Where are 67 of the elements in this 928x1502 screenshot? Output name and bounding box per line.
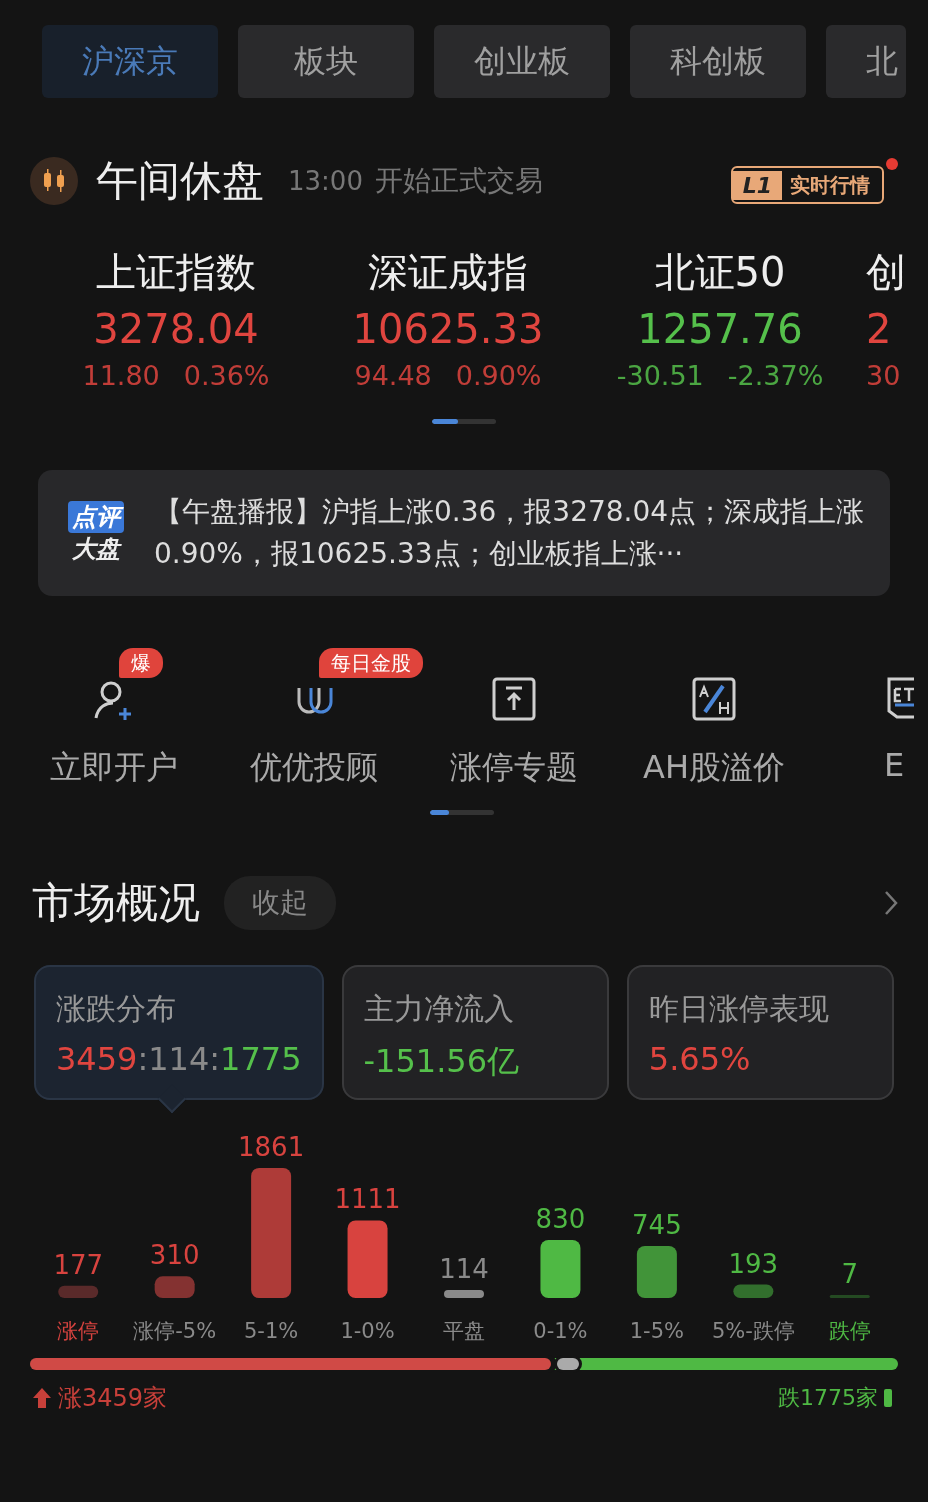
category-label: 5%-跌停 (711, 1319, 795, 1343)
section-title: 市场概况 (32, 877, 200, 929)
index-value: 3278.04 (93, 306, 259, 352)
card-title: 主力净流入 (363, 990, 515, 1028)
index-percent: 0.36% (183, 360, 270, 391)
review-logo: 点评 大盘 (58, 501, 134, 565)
market-tab[interactable]: 板块 (238, 25, 414, 98)
market-tab[interactable]: 北 (826, 25, 906, 98)
bar-value-label: 177 (53, 1249, 104, 1280)
bar-value-label: 1111 (334, 1184, 401, 1215)
advance-count: 涨3459家 (58, 1383, 168, 1414)
category-label: 跌停 (828, 1319, 871, 1343)
bar-value-label: 310 (149, 1240, 200, 1271)
collapse-button[interactable]: 收起 (224, 876, 336, 930)
bar-value-label: 830 (535, 1204, 586, 1234)
card-value: 1775 (220, 1040, 302, 1078)
promo-badge: 爆 (119, 648, 163, 678)
resume-time: 13:00 (288, 166, 363, 196)
card-value: -151.56亿 (363, 1041, 520, 1082)
realtime-quote-badge[interactable]: L1 实时行情 (730, 166, 884, 204)
decline-count: 跌1775家 (778, 1384, 878, 1412)
card-value: :114: (137, 1040, 221, 1078)
category-label: 0-1% (533, 1319, 588, 1343)
index-change: 94.48 (354, 360, 432, 391)
index-value: 10625.33 (352, 306, 544, 352)
bar-value-label: 7 (841, 1259, 859, 1289)
market-status: 午间休盘 (96, 155, 264, 207)
index-change: -30.51 (616, 360, 704, 391)
market-tab[interactable]: 科创板 (630, 25, 806, 98)
category-label: 1-5% (629, 1319, 684, 1343)
shortcut-label[interactable]: AH股溢价 (643, 746, 785, 790)
summary-card[interactable]: 昨日涨停表现 5.65% (626, 965, 894, 1100)
resume-note: 开始正式交易 (374, 163, 543, 199)
category-label: 涨停-5% (133, 1319, 217, 1343)
card-value: 3459 (56, 1040, 138, 1078)
category-label: 涨停 (57, 1319, 100, 1343)
summary-card[interactable]: 涨跌分布 3459:114:1775 (34, 965, 324, 1100)
news-text: 【午盘播报】沪指上涨0.36，报3278.04点；深成指上涨0.90%，报10625.33点；创业板指上涨··· (154, 494, 866, 572)
market-tab[interactable]: 创业板 (434, 25, 610, 98)
shortcut-label[interactable]: 立即开户 (50, 746, 178, 790)
shortcut-label[interactable]: 优优投顾 (250, 746, 378, 790)
shortcut-label[interactable]: 涨停专题 (450, 746, 578, 790)
bar-value-label: 745 (632, 1209, 682, 1240)
category-label: 平盘 (443, 1319, 485, 1343)
promo-badge: 每日金股 (319, 648, 423, 678)
card-title: 涨跌分布 (56, 990, 177, 1028)
index-percent: 0.90% (455, 360, 542, 391)
category-label: 1-0% (340, 1319, 395, 1343)
news-card[interactable]: 点评 大盘 【午盘播报】沪指上涨0.36，报3278.04点；深成指上涨0.90%，报10625.33点；创业板指上涨··· (38, 470, 890, 596)
market-tab[interactable]: 沪深京 (42, 25, 218, 98)
index-change: 30 (866, 360, 901, 391)
index-value: 1257.76 (637, 306, 803, 352)
index-value: 2 (866, 306, 892, 352)
bar-value-label: 114 (439, 1254, 489, 1285)
card-title: 昨日涨停表现 (648, 990, 830, 1028)
category-label: 5-1% (244, 1319, 299, 1343)
index-change: 11.80 (82, 360, 160, 391)
index-name: 北证50 (654, 248, 786, 297)
card-value: 5.65% (648, 1040, 751, 1078)
summary-card[interactable]: 主力净流入 -151.56亿 (341, 965, 609, 1100)
index-name: 深证成指 (368, 248, 528, 297)
index-percent: -2.37% (727, 360, 824, 391)
shortcut-label[interactable]: E (884, 746, 905, 784)
bar-value-label: 193 (728, 1248, 779, 1279)
index-name: 上证指数 (96, 248, 256, 297)
index-name: 创 (866, 248, 906, 297)
bar-value-label: 1861 (238, 1132, 305, 1162)
